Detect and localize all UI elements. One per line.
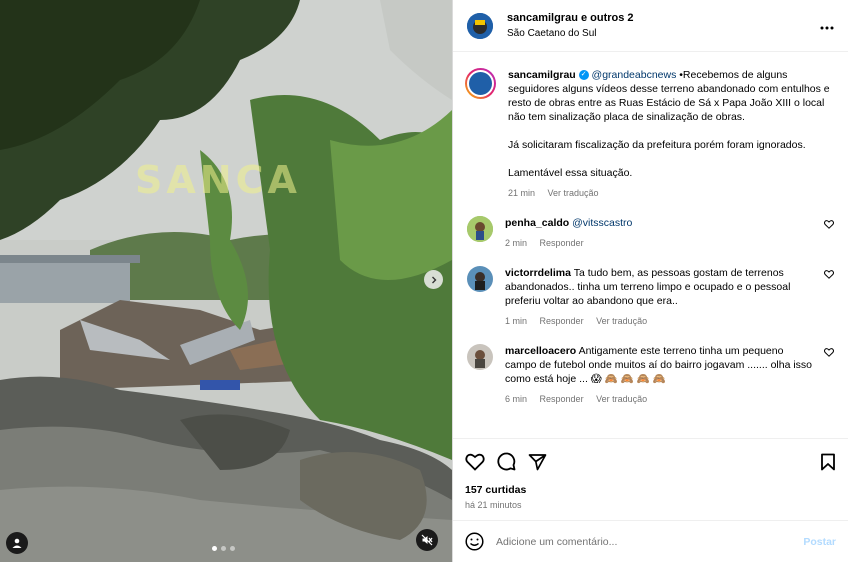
comments-section[interactable]: sancamilgrau ✓ @grandeabcnews •Recebemos… <box>453 52 848 438</box>
likes-count[interactable]: 157 curtidas <box>453 484 848 496</box>
like-comment-heart-icon[interactable] <box>824 270 834 279</box>
comment-time: 2 min <box>505 238 528 248</box>
video-watermark: SANCA <box>135 158 301 202</box>
comment-item: victorrdelima Ta tudo bem, as pessoas go… <box>465 266 836 328</box>
commenter-avatar[interactable] <box>467 344 493 370</box>
carousel-dot-active <box>212 546 217 551</box>
instagram-post-modal: SANCA sancamilgrau e outros 2 São Caetan… <box>0 0 848 562</box>
carousel-dot <box>221 546 226 551</box>
comment-item: marcelloacero Antigamente este terreno t… <box>465 344 836 406</box>
caption-text-2: Já solicitaram fiscalização da prefeitur… <box>508 139 806 151</box>
mute-button[interactable] <box>416 529 438 551</box>
comment-username[interactable]: penha_caldo <box>505 217 569 229</box>
like-comment-heart-icon[interactable] <box>824 220 834 229</box>
carousel-indicator <box>212 546 235 551</box>
header-location[interactable]: São Caetano do Sul <box>507 28 820 39</box>
post-comment-button[interactable]: Postar <box>803 536 836 548</box>
like-comment-heart-icon[interactable] <box>824 348 834 357</box>
post-media-video[interactable]: SANCA <box>0 0 452 562</box>
header-collab-title[interactable]: sancamilgrau e outros 2 <box>507 12 820 24</box>
post-timestamp[interactable]: há 21 minutos <box>453 496 848 520</box>
verified-badge-icon: ✓ <box>578 70 589 81</box>
comment-input[interactable] <box>496 535 804 548</box>
video-frame <box>0 0 452 562</box>
comment-bubble-icon <box>497 452 516 471</box>
volume-off-icon <box>421 534 433 546</box>
comment-item: penha_caldo @vitsscastro 2 min Responder <box>465 216 836 250</box>
commenter-avatar[interactable] <box>467 266 493 292</box>
caption-username[interactable]: sancamilgrau <box>508 69 576 81</box>
comment-time: 1 min <box>505 316 528 326</box>
share-button[interactable] <box>528 453 547 471</box>
heart-icon <box>465 453 485 471</box>
emoji-smiley-icon[interactable] <box>465 532 484 551</box>
more-options-button[interactable] <box>820 17 834 35</box>
bookmark-icon <box>821 453 835 470</box>
post-caption: sancamilgrau ✓ @grandeabcnews •Recebemos… <box>465 68 836 200</box>
comment-translate-link[interactable]: Ver tradução <box>596 316 647 326</box>
add-comment-bar: Postar <box>453 520 848 562</box>
post-header: sancamilgrau e outros 2 São Caetano do S… <box>453 0 848 52</box>
caption-translate-link[interactable]: Ver tradução <box>548 188 599 198</box>
comment-time: 6 min <box>505 394 528 404</box>
post-actions-bar <box>453 438 848 484</box>
author-avatar[interactable] <box>467 12 493 39</box>
comment-text[interactable]: @vitsscastro <box>572 217 632 229</box>
more-horizontal-icon <box>820 26 834 29</box>
tagged-users-button[interactable] <box>6 532 28 554</box>
next-slide-button[interactable] <box>424 270 443 289</box>
carousel-dot <box>230 546 235 551</box>
caption-time: 21 min <box>508 188 536 198</box>
reply-button[interactable]: Responder <box>540 238 584 248</box>
caption-text-3: Lamentável essa situação. <box>508 167 633 179</box>
like-button[interactable] <box>465 453 485 471</box>
comment-username[interactable]: marcelloacero <box>505 345 576 357</box>
user-icon <box>12 538 22 548</box>
post-side-panel: sancamilgrau e outros 2 São Caetano do S… <box>452 0 848 562</box>
author-avatar-story-ring[interactable] <box>465 68 496 99</box>
chevron-right-icon <box>431 276 436 283</box>
caption-mention[interactable]: @grandeabcnews <box>592 69 677 81</box>
commenter-avatar[interactable] <box>467 216 493 242</box>
comment-username[interactable]: victorrdelima <box>505 267 571 279</box>
save-button[interactable] <box>820 453 836 471</box>
comment-translate-link[interactable]: Ver tradução <box>596 394 647 404</box>
send-paper-plane-icon <box>528 453 547 470</box>
reply-button[interactable]: Responder <box>540 394 584 404</box>
reply-button[interactable]: Responder <box>540 316 584 326</box>
comment-button[interactable] <box>497 452 516 471</box>
